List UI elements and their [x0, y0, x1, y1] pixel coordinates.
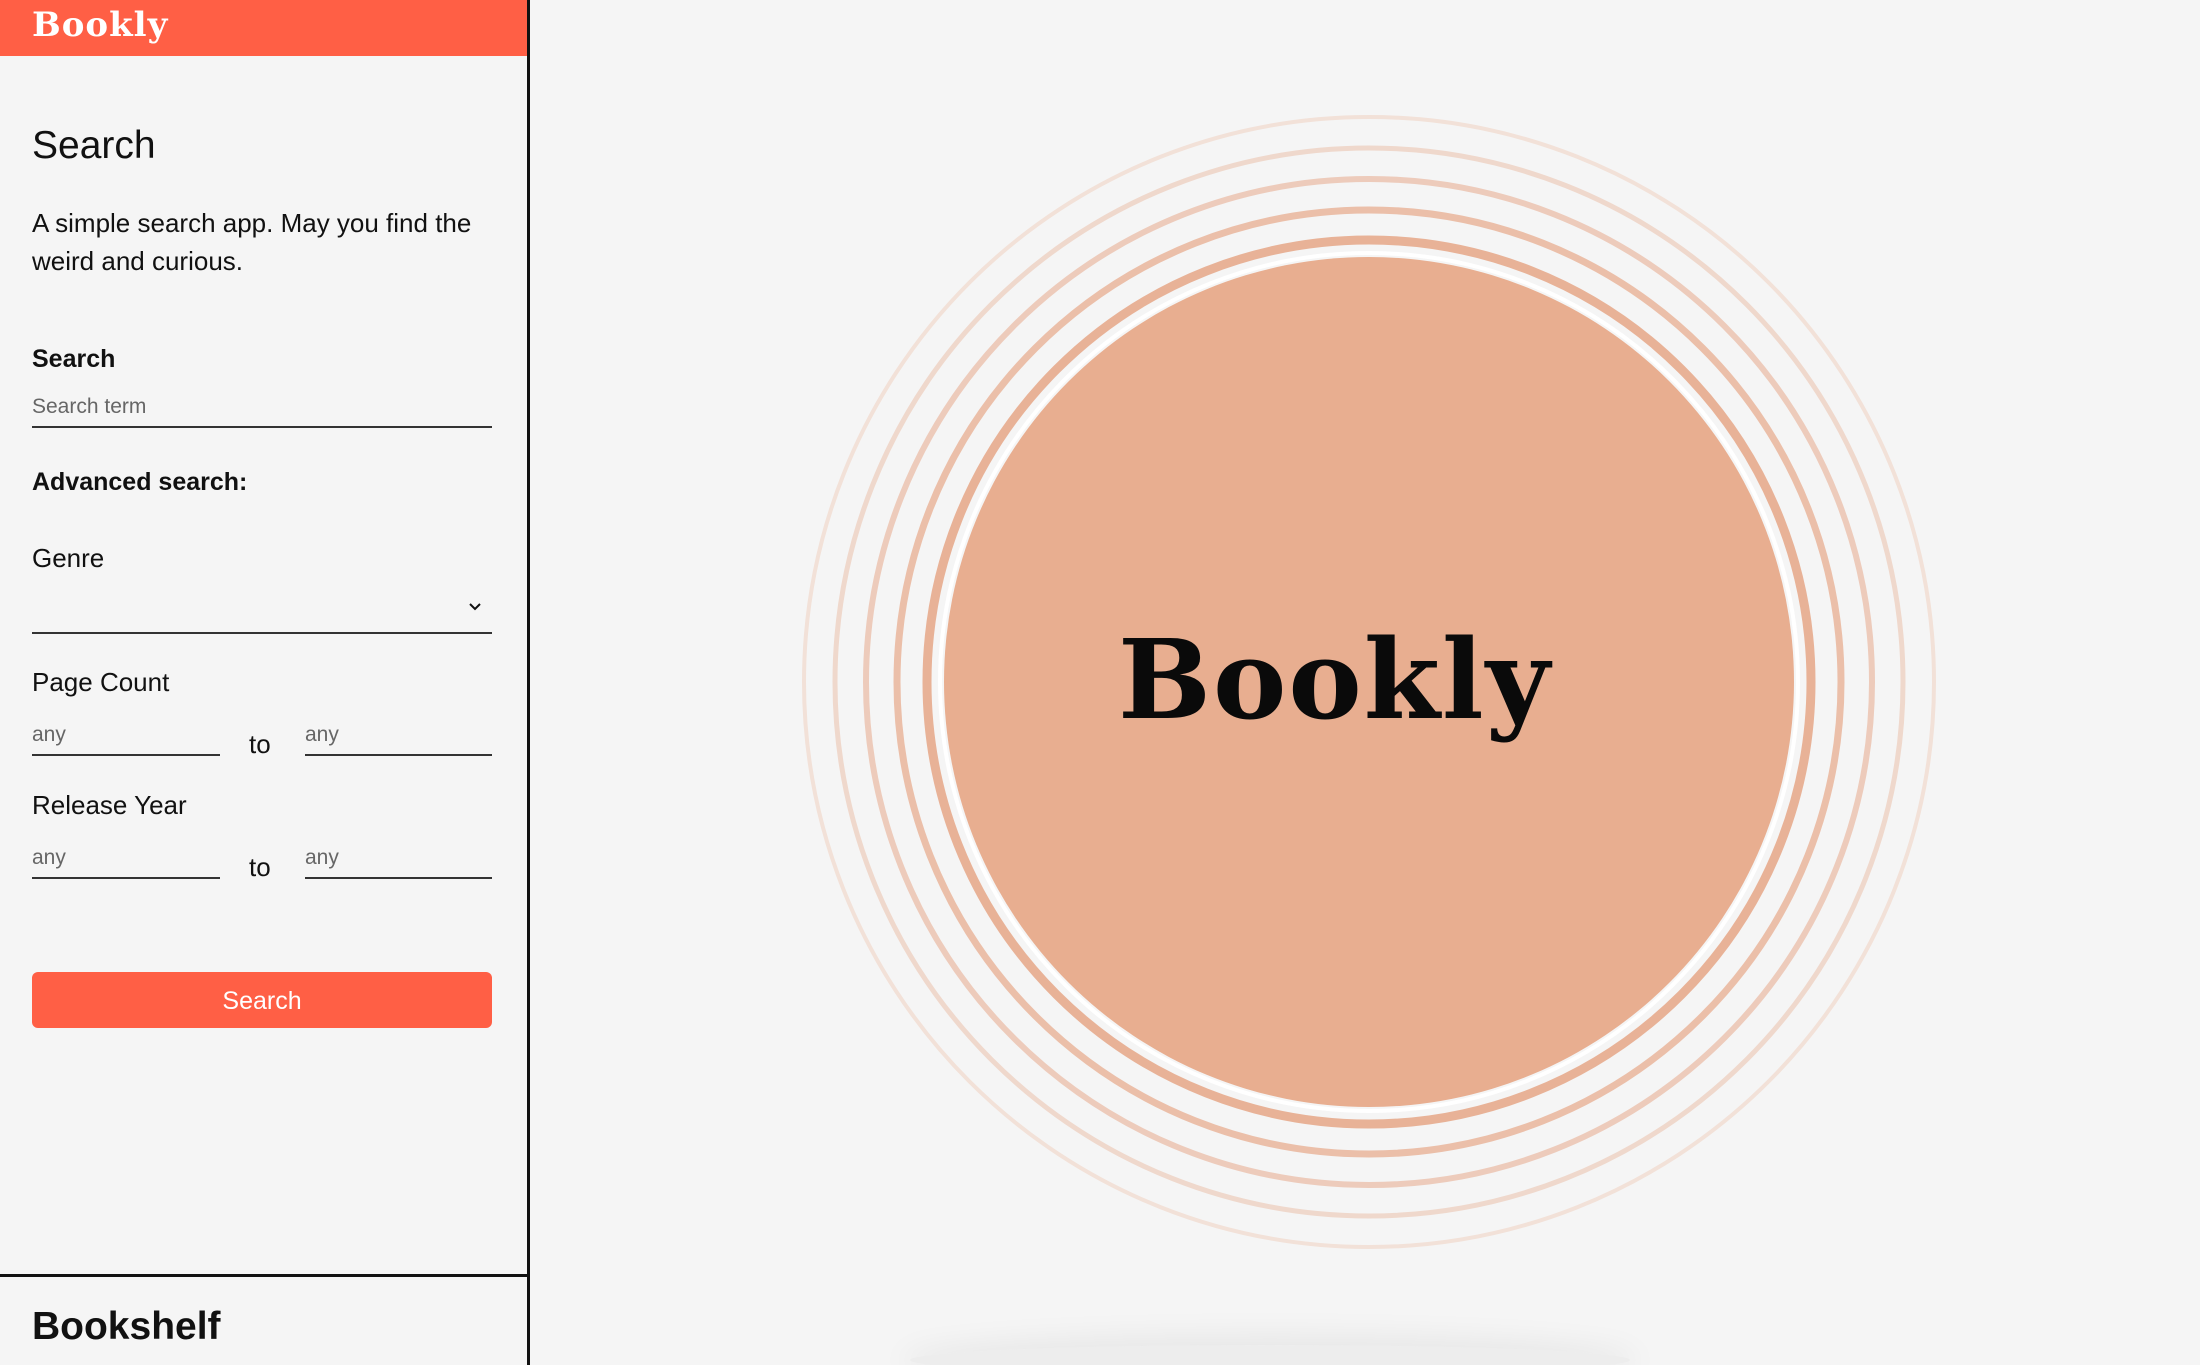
hero-rings: [802, 115, 1936, 1249]
hero-title: Bookly: [1118, 615, 1552, 744]
